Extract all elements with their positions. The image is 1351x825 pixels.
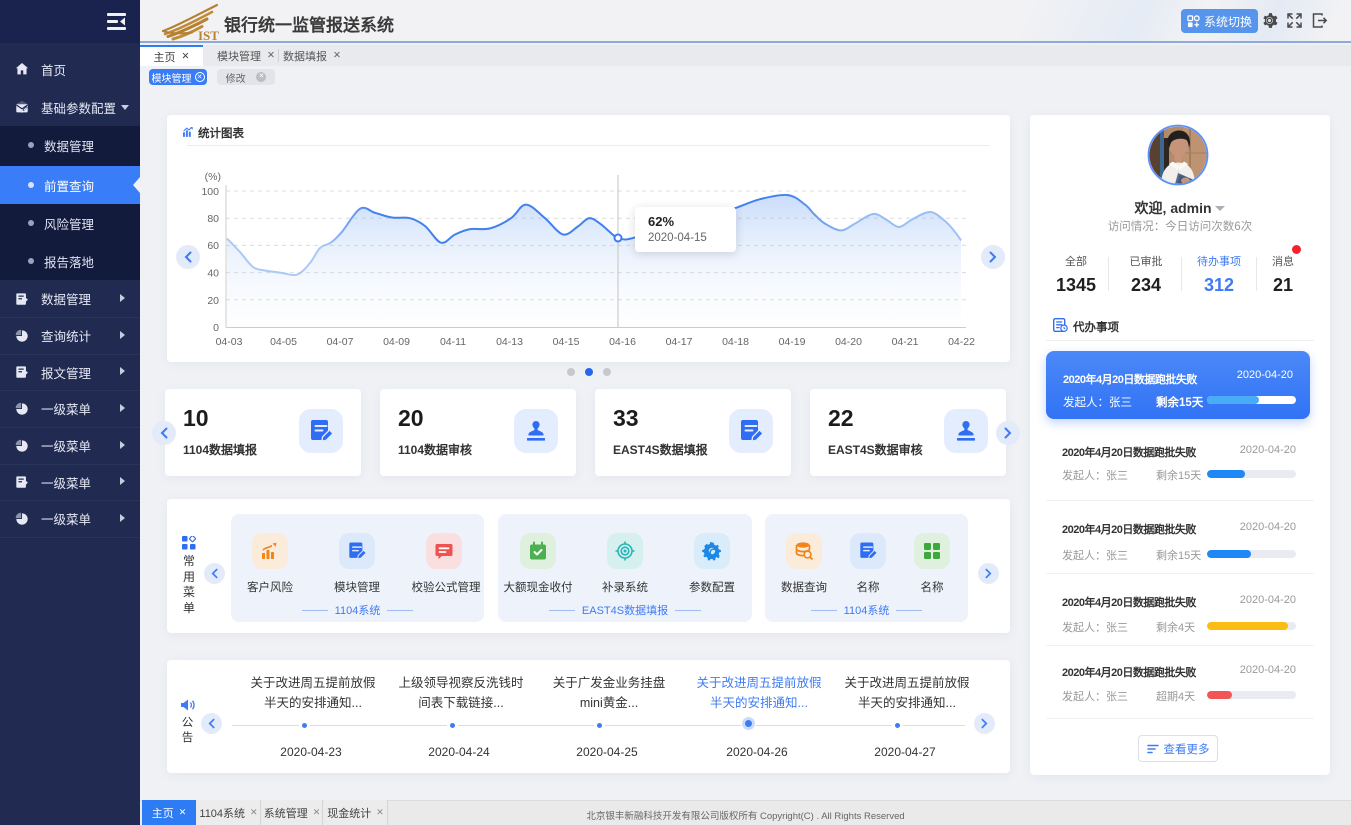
svg-text:04-09: 04-09 <box>383 336 410 348</box>
svg-text:100: 100 <box>201 186 219 198</box>
svg-text:04-05: 04-05 <box>270 336 297 348</box>
svg-text:04-19: 04-19 <box>779 336 806 348</box>
svg-text:04-03: 04-03 <box>216 336 243 348</box>
svg-text:80: 80 <box>207 213 219 225</box>
svg-text:04-22: 04-22 <box>948 336 975 348</box>
svg-text:20: 20 <box>207 295 219 307</box>
svg-text:IST: IST <box>198 28 219 41</box>
svg-text:40: 40 <box>207 268 219 280</box>
svg-text:04-18: 04-18 <box>722 336 749 348</box>
svg-text:60: 60 <box>207 240 219 252</box>
svg-text:04-20: 04-20 <box>835 336 862 348</box>
svg-text:0: 0 <box>213 322 219 334</box>
svg-text:(%): (%) <box>205 171 221 183</box>
svg-text:04-07: 04-07 <box>327 336 354 348</box>
svg-text:04-13: 04-13 <box>496 336 523 348</box>
svg-text:04-21: 04-21 <box>892 336 919 348</box>
svg-text:04-16: 04-16 <box>609 336 636 348</box>
svg-text:04-17: 04-17 <box>666 336 693 348</box>
svg-text:04-11: 04-11 <box>440 336 466 348</box>
svg-text:04-15: 04-15 <box>553 336 580 348</box>
